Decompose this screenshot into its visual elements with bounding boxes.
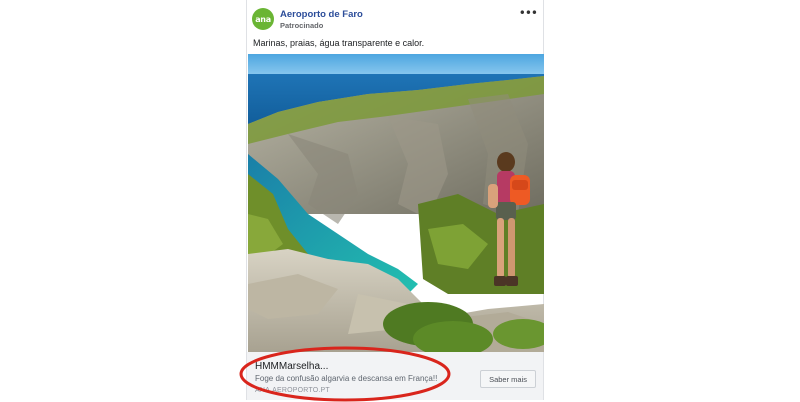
link-domain: ANA.AEROPORTO.PT xyxy=(255,387,330,394)
more-options-icon[interactable]: ••• xyxy=(519,6,538,20)
post-header: ana Aeroporto de Faro Patrocinado ••• xyxy=(247,0,543,40)
sponsored-post-card: ana Aeroporto de Faro Patrocinado ••• Ma… xyxy=(246,0,544,400)
page-name-link[interactable]: Aeroporto de Faro xyxy=(280,9,363,20)
post-text: Marinas, praias, água transparente e cal… xyxy=(253,38,425,48)
photo-calanques-hiker xyxy=(248,54,544,352)
ad-photo[interactable] xyxy=(248,54,544,352)
page-avatar[interactable]: ana xyxy=(252,8,274,30)
avatar-logo-text: ana xyxy=(255,14,271,24)
learn-more-button[interactable]: Saber mais xyxy=(480,370,536,388)
sponsored-label: Patrocinado xyxy=(280,21,324,30)
link-preview[interactable]: HMMMarselha... Foge da confusão algarvia… xyxy=(247,352,543,400)
link-title[interactable]: HMMMarselha... xyxy=(255,361,328,372)
link-description: Foge da confusão algarvia e descansa em … xyxy=(255,374,438,383)
